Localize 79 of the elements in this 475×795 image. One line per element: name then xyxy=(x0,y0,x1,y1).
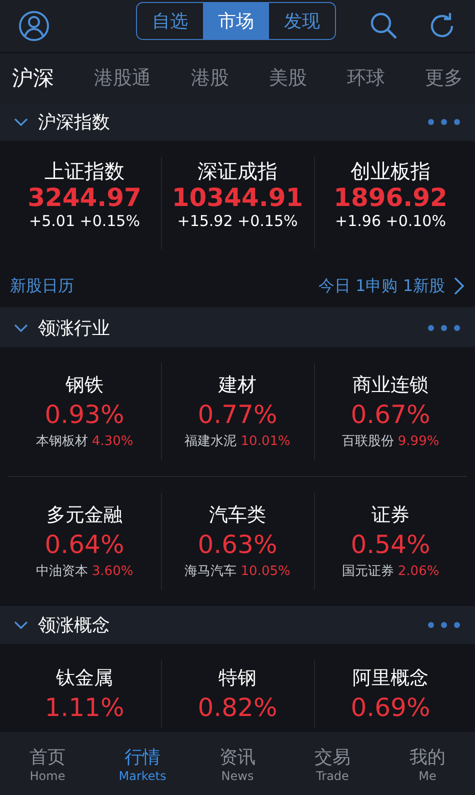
concept-name: 特钢 xyxy=(218,666,256,691)
nav-tab[interactable]: 我的 Me xyxy=(392,744,462,782)
sector-card[interactable]: 商业连锁 0.67% 百联股份 9.99% xyxy=(314,347,467,477)
leading-stock-change: 9.99% xyxy=(398,434,440,449)
section-header[interactable]: 领涨概念 xyxy=(0,606,475,644)
concept-change: 1.11% xyxy=(44,692,124,724)
concept-change: 0.69% xyxy=(350,692,430,724)
sector-change: 0.63% xyxy=(198,528,278,561)
segment-tab[interactable]: 发现 xyxy=(269,3,335,39)
sector-change: 0.67% xyxy=(350,398,430,431)
sector-card[interactable]: 建材 0.77% 福建水泥 10.01% xyxy=(161,347,314,477)
leading-stock: 海马汽车 xyxy=(184,564,237,579)
section-title: 领涨行业 xyxy=(38,317,110,340)
leading-stock: 本钢板材 xyxy=(36,434,88,449)
index-change: +5.01 +0.15% xyxy=(29,212,140,230)
section-header[interactable]: 领涨行业 xyxy=(0,309,475,347)
concept-name: 钛金属 xyxy=(56,666,113,691)
concept-change: 0.82% xyxy=(198,692,278,724)
sector-name: 钢铁 xyxy=(66,373,104,398)
sector-card[interactable]: 汽车类 0.63% 海马汽车 10.05% xyxy=(161,477,314,606)
sector-name: 多元金融 xyxy=(46,503,122,528)
leading-stock-change: 2.06% xyxy=(398,564,440,579)
section-title: 领涨概念 xyxy=(38,614,110,637)
index-value: 10344.91 xyxy=(172,184,304,212)
segment-tab[interactable]: 市场 xyxy=(203,3,269,39)
new-stock-calendar-link[interactable]: 新股日历 xyxy=(10,276,74,296)
sector-name: 商业连锁 xyxy=(352,373,428,398)
market-tab[interactable]: 港股通 xyxy=(94,65,151,91)
sector-change: 0.93% xyxy=(44,398,124,431)
search-icon[interactable] xyxy=(369,11,399,41)
sector-change: 0.77% xyxy=(198,398,278,431)
index-card[interactable]: 深证成指 10344.91 +15.92 +0.15% xyxy=(161,141,314,265)
leading-stock-change: 4.30% xyxy=(92,434,134,449)
concept-card[interactable]: 阿里概念 0.69% xyxy=(314,644,467,732)
more-icon[interactable] xyxy=(427,621,461,629)
index-value: 1896.92 xyxy=(334,184,448,212)
index-change: +1.96 +0.10% xyxy=(335,212,446,230)
sector-card[interactable]: 钢铁 0.93% 本钢板材 4.30% xyxy=(8,347,161,477)
sector-name: 证券 xyxy=(372,503,410,528)
leading-stock: 国元证券 xyxy=(342,564,394,579)
market-tab[interactable]: 沪深 xyxy=(12,64,54,92)
index-card[interactable]: 上证指数 3244.97 +5.01 +0.15% xyxy=(8,141,161,265)
sector-change: 0.64% xyxy=(44,528,124,561)
leading-stock: 福建水泥 xyxy=(184,434,237,449)
index-name: 上证指数 xyxy=(44,158,124,184)
profile-icon[interactable] xyxy=(18,10,50,42)
market-tab[interactable]: 更多 xyxy=(425,65,463,91)
market-tab[interactable]: 港股 xyxy=(191,65,229,91)
new-stock-summary[interactable]: 今日 1申购 1新股 xyxy=(318,276,445,296)
index-card[interactable]: 创业板指 1896.92 +1.96 +0.10% xyxy=(314,141,467,265)
concept-name: 阿里概念 xyxy=(352,666,428,691)
more-icon[interactable] xyxy=(427,118,461,126)
segment-tab[interactable]: 自选 xyxy=(137,3,203,39)
leading-stock: 中油资本 xyxy=(36,564,88,579)
sector-card[interactable]: 多元金融 0.64% 中油资本 3.60% xyxy=(8,477,161,606)
leading-stock: 百联股份 xyxy=(342,434,394,449)
nav-tab[interactable]: 资讯 News xyxy=(202,744,272,782)
nav-tab[interactable]: 行情 Markets xyxy=(108,744,178,782)
index-name: 创业板指 xyxy=(350,158,430,184)
market-tab[interactable]: 美股 xyxy=(269,65,307,91)
leading-stock-change: 3.60% xyxy=(92,564,134,579)
concept-card[interactable]: 钛金属 1.11% xyxy=(8,644,161,732)
index-name: 深证成指 xyxy=(198,158,278,184)
sector-name: 汽车类 xyxy=(209,503,266,528)
index-change: +15.92 +0.15% xyxy=(177,212,298,230)
concept-card[interactable]: 特钢 0.82% xyxy=(161,644,314,732)
nav-tab[interactable]: 交易 Trade xyxy=(298,744,368,782)
sector-name: 建材 xyxy=(218,373,256,398)
more-icon[interactable] xyxy=(427,324,461,332)
sector-card[interactable]: 证券 0.54% 国元证券 2.06% xyxy=(314,477,467,606)
leading-stock-change: 10.05% xyxy=(240,564,290,579)
market-tab[interactable]: 环球 xyxy=(347,65,385,91)
index-value: 3244.97 xyxy=(28,184,142,212)
nav-tab[interactable]: 首页 Home xyxy=(12,744,82,782)
chevron-right-icon[interactable] xyxy=(453,276,465,296)
section-title: 沪深指数 xyxy=(38,111,110,134)
leading-stock-change: 10.01% xyxy=(240,434,290,449)
section-header[interactable]: 沪深指数 xyxy=(0,103,475,141)
sector-change: 0.54% xyxy=(350,528,430,561)
